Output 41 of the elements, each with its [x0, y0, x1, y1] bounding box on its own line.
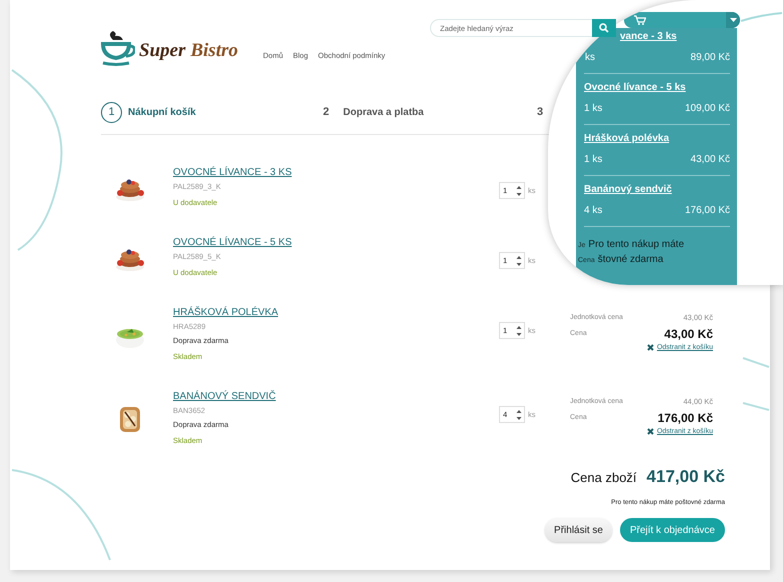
product-link[interactable]: BANÁNOVÝ SENDVIČ: [173, 390, 499, 404]
close-icon: [646, 428, 654, 435]
logo-word: Bistro: [190, 40, 238, 62]
product-link[interactable]: OVOCNÉ LÍVANCE - 5 KS: [173, 236, 499, 250]
cart-quantity: 1 ks: [584, 102, 602, 116]
spinner-icon: [516, 254, 522, 266]
total-label: Cena zboží: [570, 470, 637, 485]
close-icon: [646, 344, 654, 351]
search-button[interactable]: [592, 19, 616, 37]
cart-price: 176,00 Kč: [684, 204, 730, 218]
step-number: 2: [323, 106, 330, 118]
cart-quantity: 4 ks: [584, 204, 602, 218]
step-tab[interactable]: Doprava a platba: [343, 106, 424, 118]
spinner-icon: [516, 408, 522, 420]
total-price: 417,00 Kč: [646, 467, 725, 487]
background-curve: [742, 402, 770, 411]
shipping-note: štovné zdarma: [598, 253, 664, 267]
cart-price: 109,00 Kč: [684, 102, 730, 116]
step-tab[interactable]: Nákupní košík: [128, 106, 196, 118]
step-number: 3: [537, 106, 544, 118]
cart-quantity: 1 ks: [584, 153, 602, 167]
shipping-note: Pro tento nákup máte: [588, 238, 684, 252]
cart-price: 89,00 Kč: [690, 51, 730, 65]
spinner-icon: [516, 324, 522, 336]
search-icon: [599, 23, 609, 33]
step-number: 1: [101, 102, 122, 122]
spinner-icon: [516, 184, 522, 196]
cart-icon: [634, 15, 646, 25]
background-curve: [740, 12, 783, 22]
line-total: 176,00 Kč: [658, 410, 713, 426]
product-link[interactable]: HRÁŠKOVÁ POLÉVKA: [173, 306, 499, 320]
line-total: 43,00 Kč: [664, 326, 713, 342]
cart-quantity: ks: [584, 51, 595, 65]
caret-icon: [730, 18, 736, 22]
product-link[interactable]: OVOCNÉ LÍVANCE - 3 KS: [173, 166, 499, 180]
login-button[interactable]: Přihlásit se: [545, 518, 612, 542]
cart-button[interactable]: [624, 12, 740, 28]
background-curve: [742, 357, 770, 368]
logo-word: Super: [139, 40, 186, 62]
cart-price: 43,00 Kč: [690, 153, 730, 167]
cup-icon: [99, 30, 135, 68]
